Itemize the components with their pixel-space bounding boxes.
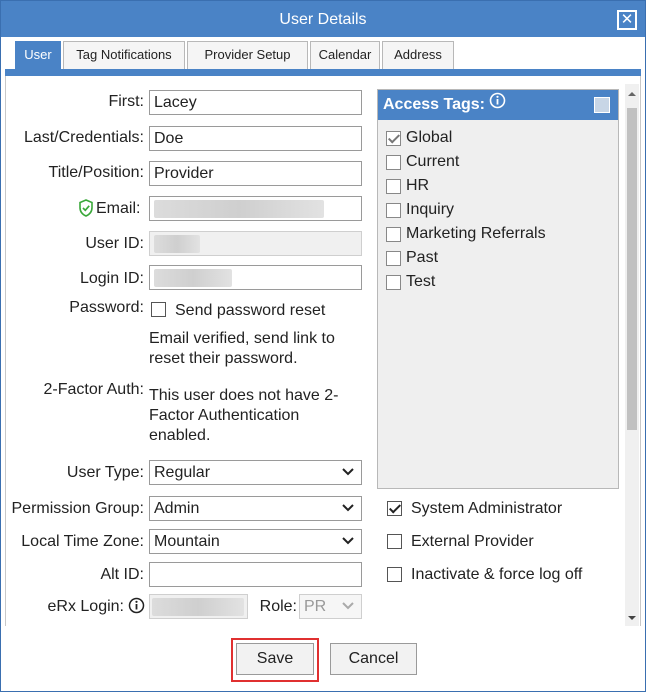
tag-global-label: Global — [406, 129, 453, 146]
tab-user[interactable]: User — [15, 41, 61, 69]
password-label: Password: — [69, 299, 144, 316]
redacted-email — [154, 200, 324, 218]
last-credentials-label: Last/Credentials: — [23, 129, 144, 146]
user-id-label: User ID: — [85, 235, 144, 252]
cancel-button[interactable]: Cancel — [330, 643, 417, 675]
last-name-input[interactable]: Doe — [149, 126, 362, 151]
redacted-login-id — [154, 269, 232, 287]
tag-inquiry-label: Inquiry — [406, 201, 455, 218]
external-provider-checkbox[interactable] — [387, 534, 402, 549]
tab-underline — [5, 69, 641, 76]
chevron-down-icon — [342, 504, 354, 512]
chevron-down-icon — [342, 468, 354, 476]
permission-group-label: Permission Group: — [11, 500, 145, 517]
tag-past-checkbox[interactable] — [386, 251, 401, 266]
tag-current-label: Current — [406, 153, 460, 170]
two-factor-note: This user does not have 2-Factor Authent… — [149, 387, 339, 444]
tab-bar: User Tag Notifications Provider Setup Ca… — [1, 37, 645, 69]
scroll-thumb[interactable] — [627, 108, 637, 430]
info-icon[interactable] — [489, 90, 506, 120]
redacted-erx-login — [152, 598, 244, 616]
tag-hr-label: HR — [406, 177, 430, 194]
tag-current-checkbox[interactable] — [386, 155, 401, 170]
tag-global-checkbox[interactable] — [386, 131, 401, 146]
scroll-up-icon[interactable] — [628, 90, 636, 98]
chevron-down-icon — [342, 537, 354, 545]
tag-test-checkbox[interactable] — [386, 275, 401, 290]
user-details-dialog: User Details ✕ User Tag Notifications Pr… — [0, 0, 646, 692]
access-tags-panel: Access Tags: Global Current HR Inquiry M… — [377, 89, 619, 489]
send-password-reset-label: Send password reset — [175, 302, 326, 319]
user-type-select[interactable]: Regular — [149, 460, 362, 485]
close-icon[interactable]: ✕ — [617, 10, 637, 30]
login-id-input[interactable] — [149, 265, 362, 290]
user-type-label: User Type: — [66, 464, 144, 481]
password-note: Email verified, send link to reset their… — [149, 330, 335, 367]
scroll-down-icon[interactable] — [628, 614, 636, 622]
alt-id-label: Alt ID: — [100, 566, 144, 583]
chevron-down-icon — [342, 602, 354, 610]
tab-tag-notifications[interactable]: Tag Notifications — [63, 41, 185, 69]
tag-test-label: Test — [406, 273, 436, 290]
access-tags-title: Access Tags: — [383, 96, 485, 114]
erx-login-input — [149, 594, 248, 619]
time-zone-value: Mountain — [154, 533, 220, 550]
erx-login-label: eRx Login: — [47, 598, 125, 615]
user-type-value: Regular — [154, 464, 211, 481]
permission-group-value: Admin — [154, 500, 200, 517]
email-label: Email: — [96, 200, 141, 217]
first-label: First: — [108, 93, 144, 110]
access-tags-header: Access Tags: — [378, 90, 618, 120]
select-all-tags-checkbox[interactable] — [594, 97, 610, 113]
role-value: PR — [304, 598, 327, 615]
user-id-input — [149, 231, 362, 256]
verified-shield-icon — [78, 199, 94, 217]
system-administrator-checkbox[interactable] — [387, 501, 402, 516]
permission-group-select[interactable]: Admin — [149, 496, 362, 521]
inactivate-checkbox[interactable] — [387, 567, 402, 582]
tag-hr-checkbox[interactable] — [386, 179, 401, 194]
system-administrator-label: System Administrator — [411, 500, 563, 517]
tag-marketing-referrals-checkbox[interactable] — [386, 227, 401, 242]
first-name-input[interactable]: Lacey — [149, 90, 362, 115]
dialog-title: User Details — [279, 11, 367, 28]
tab-address[interactable]: Address — [382, 41, 454, 69]
tag-past-label: Past — [406, 249, 439, 266]
tag-marketing-referrals-label: Marketing Referrals — [406, 225, 546, 242]
title-position-input[interactable]: Provider — [149, 161, 362, 186]
user-form-panel: First: Lacey Last/Credentials: Doe Title… — [5, 76, 641, 626]
form-scrollbar[interactable] — [625, 84, 639, 626]
send-password-reset-checkbox[interactable] — [151, 302, 166, 317]
login-id-label: Login ID: — [79, 270, 144, 287]
dialog-titlebar: User Details ✕ — [1, 1, 645, 37]
tab-calendar[interactable]: Calendar — [310, 41, 380, 69]
tag-inquiry-checkbox[interactable] — [386, 203, 401, 218]
role-select: PR — [299, 594, 362, 619]
inactivate-label: Inactivate & force log off — [411, 566, 583, 583]
alt-id-input[interactable] — [149, 562, 362, 587]
save-button[interactable]: Save — [236, 643, 314, 675]
tab-provider-setup[interactable]: Provider Setup — [187, 41, 308, 69]
external-provider-label: External Provider — [411, 533, 534, 550]
info-icon[interactable] — [128, 597, 145, 614]
role-label: Role: — [259, 598, 297, 615]
email-input[interactable] — [149, 196, 362, 221]
redacted-user-id — [154, 235, 200, 253]
time-zone-label: Local Time Zone: — [21, 533, 144, 550]
two-factor-label: 2-Factor Auth: — [43, 381, 145, 398]
time-zone-select[interactable]: Mountain — [149, 529, 362, 554]
title-position-label: Title/Position: — [48, 164, 144, 181]
